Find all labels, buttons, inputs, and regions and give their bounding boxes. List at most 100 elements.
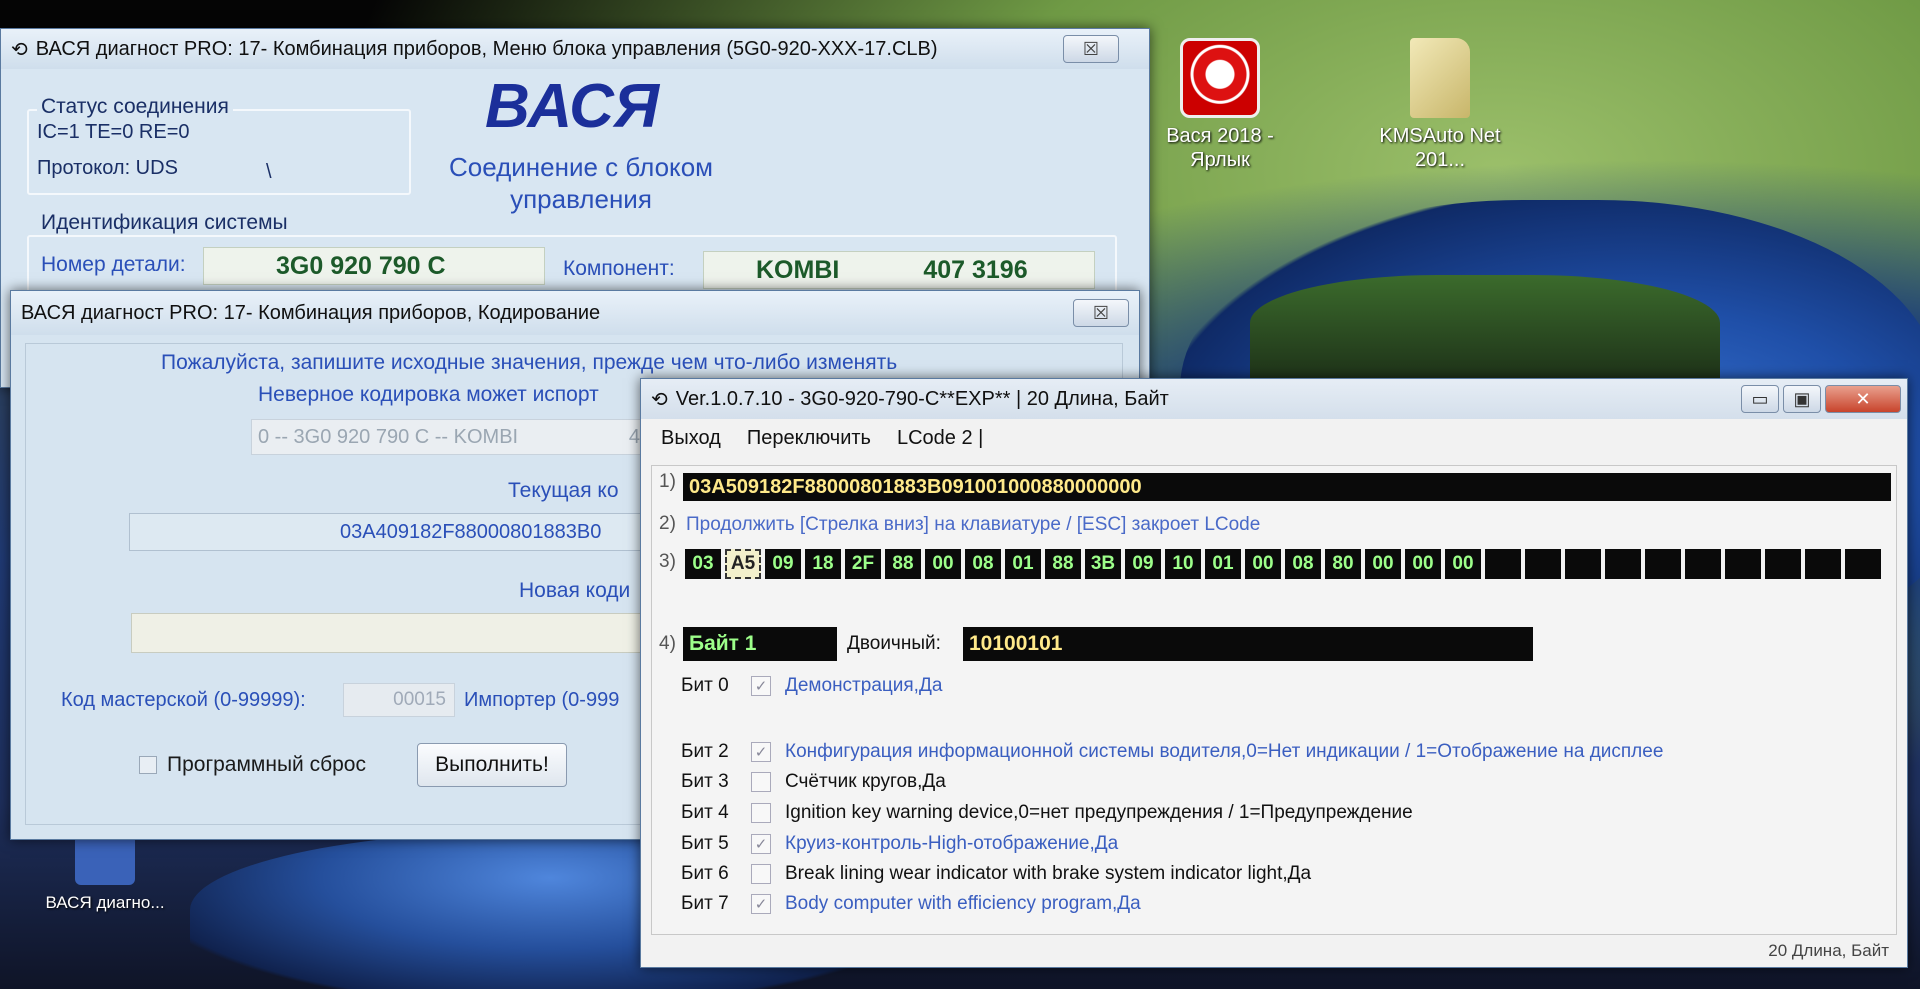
bit-row: Бит 5 ✓ Круиз-контроль-High-отображение,Да [681,833,1118,855]
folder-icon [1410,38,1470,118]
close-button[interactable]: ☒ [1073,299,1129,327]
bit-row: Бит 6 Break lining wear indicator with br… [681,863,1311,885]
byte-cell[interactable]: 88 [885,549,921,579]
control-unit-combo[interactable]: 0 -- 3G0 920 790 C -- KOMBI 4 [251,419,651,455]
byte-cell[interactable]: 00 [1445,549,1481,579]
byte-cell[interactable] [1805,549,1841,579]
bit-description: Демонстрация,Да [785,675,943,696]
main-window-titlebar[interactable]: ⟲ ВАСЯ диагност PRO: 17- Комбинация приб… [1,29,1149,69]
status-bar-text: 20 Длина, Байт [1768,941,1889,960]
part-number-label: Номер детали: [41,253,186,276]
status-line: IC=1 TE=0 RE=0 [37,121,190,143]
bit-row: Бит 4 Ignition key warning device,0=нет п… [681,802,1413,824]
byte-cell[interactable]: 09 [765,549,801,579]
byte-cell[interactable]: 88 [1045,549,1081,579]
row-3-number: 3) [659,551,676,572]
row-2-number: 2) [659,513,676,534]
soft-reset-checkbox[interactable]: Программный сброс [139,753,366,777]
coding-window-titlebar[interactable]: ВАСЯ диагност PRO: 17- Комбинация прибор… [11,291,1139,335]
bit-checkbox[interactable] [751,803,771,823]
byte-cell[interactable]: 01 [1205,549,1241,579]
byte-cell[interactable] [1565,549,1601,579]
minimize-button[interactable]: ▭ [1741,385,1779,413]
execute-button[interactable]: Выполнить! [417,743,567,787]
byte-grid: 03 A5 09 18 2F 88 00 08 01 88 3B 09 10 01 00 08 80 00 00 00 [685,549,1881,579]
desktop-icon-kmsauto[interactable]: KMSAuto Net 201... [1375,38,1505,172]
byte-cell[interactable]: 09 [1125,549,1161,579]
maximize-button[interactable]: ▣ [1783,385,1821,413]
byte-cell[interactable]: 00 [1365,549,1401,579]
byte-cell[interactable] [1765,549,1801,579]
menu-exit[interactable]: Выход [661,427,721,450]
main-window-title: ВАСЯ диагност PRO: 17- Комбинация прибор… [35,37,938,60]
new-coding-input[interactable] [131,613,651,653]
byte-cell[interactable]: 00 [1245,549,1281,579]
bit-description: Круиз-контроль-High-отображение,Да [785,833,1119,854]
minimize-icon: ▭ [1751,388,1769,409]
byte-cell[interactable]: 00 [1405,549,1441,579]
byte-cell[interactable]: 03 [685,549,721,579]
ident-group-label: Идентификация системы [37,211,292,235]
vasya-app-icon [1180,38,1260,118]
status-group-label: Статус соединения [37,95,233,119]
byte-cell[interactable]: 10 [1165,549,1201,579]
byte-cell[interactable]: 2F [845,549,881,579]
desktop-icon-label: KMSAuto Net 201... [1379,125,1501,171]
app-icon: ⟲ [11,38,28,61]
byte-cell[interactable] [1485,549,1521,579]
continue-hint: Продолжить [Стрелка вниз] на клавиатуре … [686,514,1261,535]
byte-cell[interactable] [1685,549,1721,579]
bit-checkbox[interactable] [751,864,771,884]
desktop-icon-vasya-2018[interactable]: Вася 2018 - Ярлык [1155,38,1285,172]
byte-cell[interactable]: 18 [805,549,841,579]
close-button[interactable]: ✕ [1825,385,1901,413]
close-icon: ✕ [1855,388,1871,409]
byte-cell[interactable]: 08 [965,549,1001,579]
bit-label: Бит 2 [681,741,729,762]
lcode-window-title: Ver.1.0.7.10 - 3G0-920-790-C**EXP** | 20… [675,387,1169,410]
close-button[interactable]: ☒ [1063,35,1119,63]
bit-label: Бит 6 [681,863,729,884]
workshop-code-input[interactable]: 00015 [343,683,455,717]
byte-cell[interactable]: 08 [1285,549,1321,579]
byte-cell[interactable] [1525,549,1561,579]
byte-cell[interactable]: 80 [1325,549,1361,579]
desktop-icon-label: ВАСЯ диагно... [45,893,165,912]
desktop-icon-vasya-diag[interactable]: ВАСЯ диагно... [40,835,170,915]
checkbox-box [139,756,157,774]
bit-checkbox[interactable]: ✓ [751,676,771,696]
bit-row: Бит 7 ✓ Body computer with efficiency prog… [681,893,1141,915]
byte-cell[interactable]: 00 [925,549,961,579]
check-icon: ✓ [754,836,768,853]
bit-checkbox[interactable] [751,772,771,792]
bit-checkbox[interactable]: ✓ [751,834,771,854]
binary-value: 10100101 [963,627,1533,661]
coding-note-1: Пожалуйста, запишите исходные значения, … [161,351,898,374]
byte-cell[interactable] [1725,549,1761,579]
current-coding-label: Текущая ко [508,479,619,502]
check-icon: ✓ [754,744,768,761]
cursor-slash: \ [266,161,272,183]
component-code: 407 3196 [923,255,1028,284]
vasya-shortcut-icon [75,835,135,885]
bit-checkbox[interactable]: ✓ [751,742,771,762]
menu-lcode2[interactable]: LCode 2 | [897,427,983,450]
soft-reset-label: Программный сброс [167,753,366,776]
component-label: Компонент: [563,257,675,280]
selected-byte-label: Байт 1 [683,627,837,661]
workshop-code-label: Код мастерской (0-99999): [61,689,306,711]
binary-label: Двоичный: [847,633,941,654]
bit-checkbox[interactable]: ✓ [751,894,771,914]
byte-cell[interactable]: 3B [1085,549,1121,579]
lcode-window-titlebar[interactable]: ⟲ Ver.1.0.7.10 - 3G0-920-790-C**EXP** | … [641,379,1907,419]
protocol-text: Протокол: UDS [37,157,178,179]
menu-bar: Выход Переключить LCode 2 | [641,419,1907,457]
importer-label: Импортер (0-999 [464,689,620,711]
menu-switch[interactable]: Переключить [747,427,871,450]
full-coding-string[interactable]: 03A509182F88000801883B091001000880000000 [683,473,1891,501]
byte-cell[interactable] [1645,549,1681,579]
byte-cell[interactable]: 01 [1005,549,1041,579]
byte-cell[interactable]: A5 [725,549,761,579]
byte-cell[interactable] [1605,549,1641,579]
byte-cell[interactable] [1845,549,1881,579]
